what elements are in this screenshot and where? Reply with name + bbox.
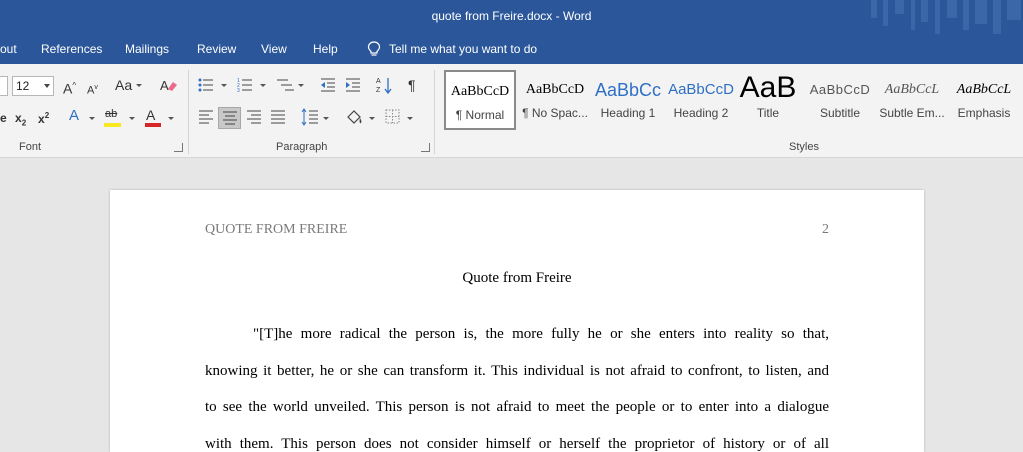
- justify-icon[interactable]: [270, 110, 286, 124]
- show-formatting-marks-icon[interactable]: ¶: [408, 77, 416, 93]
- svg-text:A: A: [376, 78, 381, 85]
- font-size-value: 12: [16, 79, 30, 93]
- document-title: Quote from Freire: [462, 270, 572, 286]
- svg-text:A: A: [160, 78, 169, 93]
- font-size-input[interactable]: 12: [12, 76, 54, 96]
- font-dialog-launcher-icon[interactable]: [174, 143, 183, 152]
- paragraph-group-label: Paragraph: [276, 141, 328, 153]
- tab-layout[interactable]: out: [0, 42, 17, 56]
- style-subtitle[interactable]: AaBbCcD Subtitle: [804, 70, 876, 130]
- clear-formatting-icon[interactable]: A: [160, 77, 178, 93]
- style-subtle-emphasis[interactable]: AaBbCcL Subtle Em...: [876, 70, 948, 130]
- font-name-box-edge[interactable]: [0, 76, 8, 96]
- bullets-icon[interactable]: [198, 77, 214, 93]
- chevron-down-icon: [89, 117, 95, 120]
- tell-me-label: Tell me what you want to do: [389, 42, 538, 56]
- text-effects-icon[interactable]: A: [69, 108, 79, 124]
- decrease-indent-icon[interactable]: [320, 77, 336, 93]
- numbering-icon[interactable]: 1 2 3: [237, 77, 253, 93]
- highlight-color-bar: [104, 123, 121, 127]
- svg-text:Z: Z: [376, 87, 381, 94]
- grow-font-icon[interactable]: A^: [63, 78, 76, 97]
- svg-text:3: 3: [237, 88, 240, 93]
- increase-indent-icon[interactable]: [345, 77, 361, 93]
- shading-icon[interactable]: [345, 108, 363, 126]
- document-body[interactable]: "[T]he more radical the person is, the m…: [205, 316, 829, 452]
- chevron-down-icon: [323, 117, 329, 120]
- style-heading-1[interactable]: AaBbCc Heading 1: [592, 70, 664, 130]
- superscript-icon[interactable]: x2: [38, 108, 49, 127]
- chevron-down-icon: [221, 84, 227, 87]
- chevron-down-icon: [136, 84, 142, 87]
- styles-gallery: AaBbCcD ¶ Normal AaBbCcD ¶ No Spac... Aa…: [443, 70, 1023, 132]
- shrink-font-icon[interactable]: Av: [87, 80, 98, 99]
- font-color-bar: [145, 123, 161, 127]
- paragraph-line: with them. This person does not consider…: [205, 435, 829, 452]
- font-color-icon[interactable]: A: [146, 107, 155, 123]
- tab-references[interactable]: References: [41, 42, 102, 56]
- title-bar: quote from Freire.docx - Word: [0, 0, 1023, 34]
- group-separator: [188, 70, 189, 154]
- multilevel-list-icon[interactable]: [276, 77, 294, 93]
- tab-view[interactable]: View: [261, 42, 287, 56]
- chevron-down-icon: [168, 117, 174, 120]
- lightbulb-icon: [367, 41, 381, 56]
- strikethrough-icon[interactable]: e: [0, 110, 7, 126]
- menu-bar: out References Mailings Review View Help…: [0, 34, 1023, 64]
- style-normal[interactable]: AaBbCcD ¶ Normal: [444, 70, 516, 130]
- chevron-down-icon: [129, 117, 135, 120]
- subscript-icon[interactable]: x2: [15, 110, 26, 131]
- styles-group-label: Styles: [789, 141, 819, 153]
- paragraph-line: to see the world unveiled. This person i…: [205, 399, 829, 415]
- chevron-down-icon: [44, 84, 50, 88]
- chevron-down-icon: [298, 84, 304, 87]
- change-case-icon[interactable]: Aa: [115, 77, 132, 93]
- chevron-down-icon: [369, 117, 375, 120]
- line-spacing-icon[interactable]: [301, 108, 319, 126]
- tell-me-box[interactable]: Tell me what you want to do: [367, 40, 537, 58]
- document-page[interactable]: QUOTE FROM FREIRE 2 Quote from Freire "[…: [110, 190, 924, 452]
- tab-review[interactable]: Review: [197, 42, 236, 56]
- group-separator: [434, 70, 435, 154]
- page-number: 2: [822, 222, 829, 237]
- align-left-icon[interactable]: [198, 110, 214, 124]
- paragraph-line: "[T]he more radical the person is, the m…: [253, 326, 829, 342]
- borders-icon[interactable]: [385, 109, 400, 124]
- tab-mailings[interactable]: Mailings: [125, 42, 169, 56]
- chevron-down-icon: [260, 84, 266, 87]
- align-center-icon: [223, 111, 237, 125]
- paragraph-dialog-launcher-icon[interactable]: [421, 143, 430, 152]
- style-no-spacing[interactable]: AaBbCcD ¶ No Spac...: [519, 70, 591, 130]
- paragraph-line: knowing it better, he or she can transfo…: [205, 362, 829, 379]
- title-bar-decoration: [871, 0, 1021, 34]
- align-right-icon[interactable]: [246, 110, 262, 124]
- sort-icon[interactable]: AZ: [376, 76, 392, 94]
- align-center-button-selected[interactable]: [218, 107, 241, 129]
- style-title[interactable]: AaB Title: [732, 70, 804, 130]
- tab-help[interactable]: Help: [313, 42, 338, 56]
- chevron-down-icon: [407, 117, 413, 120]
- running-head: QUOTE FROM FREIRE: [205, 222, 348, 237]
- font-group-label: Font: [19, 141, 42, 153]
- style-emphasis[interactable]: AaBbCcL Emphasis: [948, 70, 1020, 130]
- style-heading-2[interactable]: AaBbCcD Heading 2: [665, 70, 737, 130]
- highlight-icon[interactable]: ab: [105, 106, 117, 122]
